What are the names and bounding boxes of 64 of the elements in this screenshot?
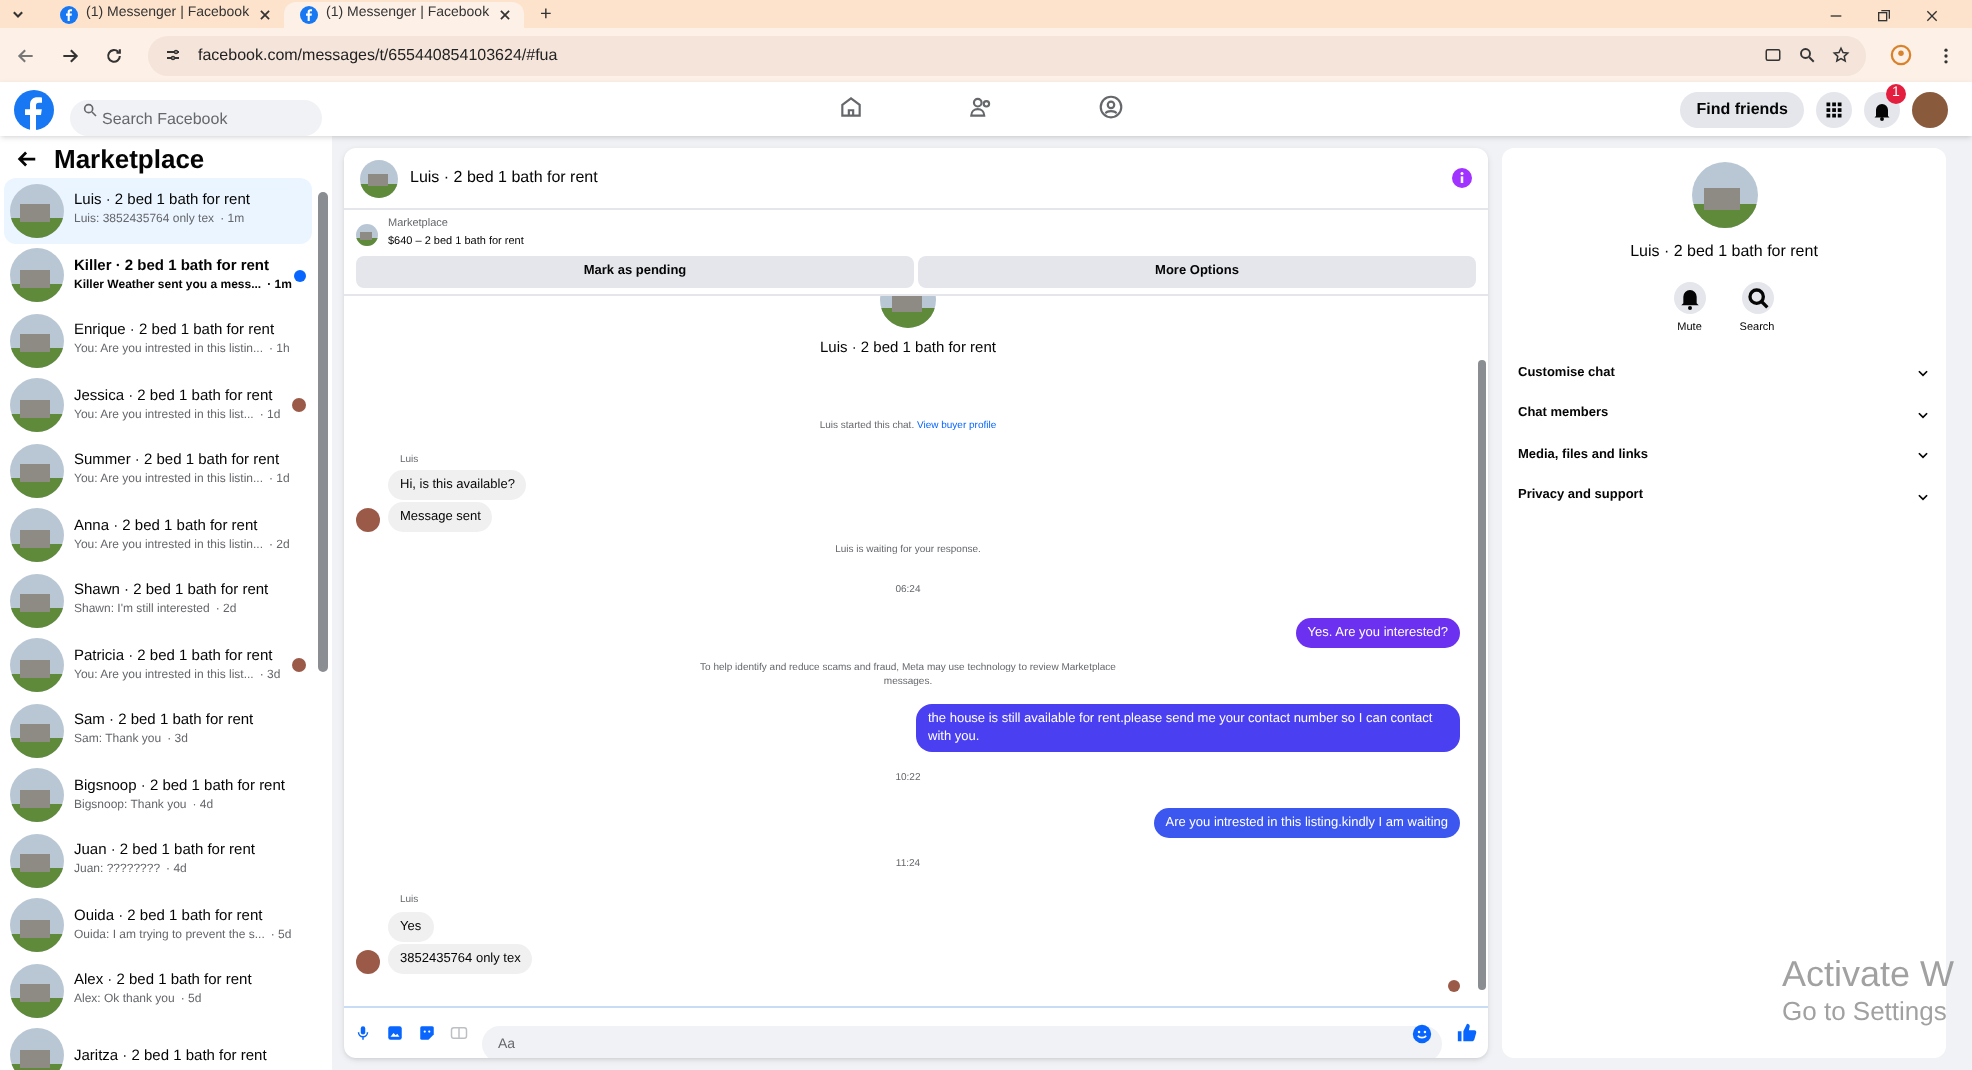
activation-notice-title: Activate W: [1782, 952, 1955, 996]
listing-photo: [10, 703, 64, 758]
facebook-logo-icon[interactable]: [14, 89, 54, 129]
facebook-icon: [300, 6, 318, 24]
search-icon: [82, 101, 98, 117]
site-settings-icon: [164, 46, 182, 64]
address-bar[interactable]: facebook.com/messages/t/655440854103624/#fua: [148, 35, 1866, 75]
back-arrow-icon[interactable]: [16, 148, 38, 170]
scrollbar-thumb[interactable]: [318, 192, 328, 672]
seen-avatar: [1448, 979, 1460, 992]
listing-photo: [10, 1028, 64, 1070]
home-icon[interactable]: [838, 94, 864, 120]
listing-photo: [10, 963, 64, 1018]
image-icon[interactable]: [386, 1024, 404, 1042]
search-icon[interactable]: [1741, 282, 1773, 314]
chevron-icon: [1916, 366, 1930, 380]
star-icon[interactable]: [1832, 46, 1850, 64]
forward-icon[interactable]: [60, 45, 80, 65]
microphone-icon[interactable]: [354, 1024, 372, 1042]
chevron-icon: [1916, 407, 1930, 421]
chevron-icon: [1916, 489, 1930, 503]
scrollbar-thumb[interactable]: [1478, 360, 1486, 990]
chevron-icon: [1916, 448, 1930, 462]
listing-photo: [356, 223, 378, 245]
find-friends-button[interactable]: Find friends: [1680, 91, 1804, 127]
listing-photo: [1691, 162, 1757, 228]
details-name: Luis · 2 bed 1 bath for rent: [1630, 240, 1818, 264]
emoji-icon[interactable]: [1412, 1023, 1432, 1043]
apps-grid-icon[interactable]: [1816, 91, 1852, 127]
groups-icon[interactable]: [1098, 94, 1124, 120]
chat-title: Luis · 2 bed 1 bath for rent: [410, 166, 600, 190]
account-avatar[interactable]: [1912, 91, 1948, 127]
restore-icon[interactable]: [1876, 7, 1892, 23]
zoom-icon[interactable]: [1798, 46, 1816, 64]
close-icon[interactable]: [497, 8, 512, 22]
listing-photo: [10, 638, 64, 693]
activation-notice-subtitle: Go to Settings: [1782, 996, 1949, 1028]
listing-photo: [10, 183, 64, 238]
listing-photo: [10, 768, 64, 823]
listing-photo: [10, 443, 64, 498]
back-icon[interactable]: [16, 45, 36, 65]
sidebar-title: Marketplace: [54, 141, 205, 178]
cast-icon[interactable]: [1764, 46, 1782, 64]
thumbs-up-icon[interactable]: [1456, 1022, 1478, 1044]
bell-icon[interactable]: [1673, 282, 1706, 314]
url-text: facebook.com/messages/t/655440854103624/#fua: [198, 43, 560, 67]
reload-icon[interactable]: [104, 45, 124, 65]
close-icon[interactable]: [1924, 7, 1940, 23]
listing-photo: [10, 573, 64, 628]
info-icon[interactable]: [1452, 168, 1472, 188]
profile-icon[interactable]: [1890, 44, 1912, 66]
listing-photo: [10, 248, 64, 303]
listing-photo: [10, 508, 64, 563]
listing-photo: [10, 833, 64, 888]
listing-photo: [10, 313, 64, 368]
facebook-icon: [60, 6, 78, 24]
listing-photo: [10, 378, 64, 433]
new-tab-button[interactable]: +: [540, 2, 552, 28]
listing-photo: [10, 898, 64, 953]
search-field[interactable]: Search Facebook: [70, 100, 322, 136]
close-icon[interactable]: [257, 8, 272, 22]
sticker-icon[interactable]: [418, 1024, 436, 1042]
people-icon[interactable]: [968, 94, 994, 120]
listing-photo: [360, 159, 398, 197]
